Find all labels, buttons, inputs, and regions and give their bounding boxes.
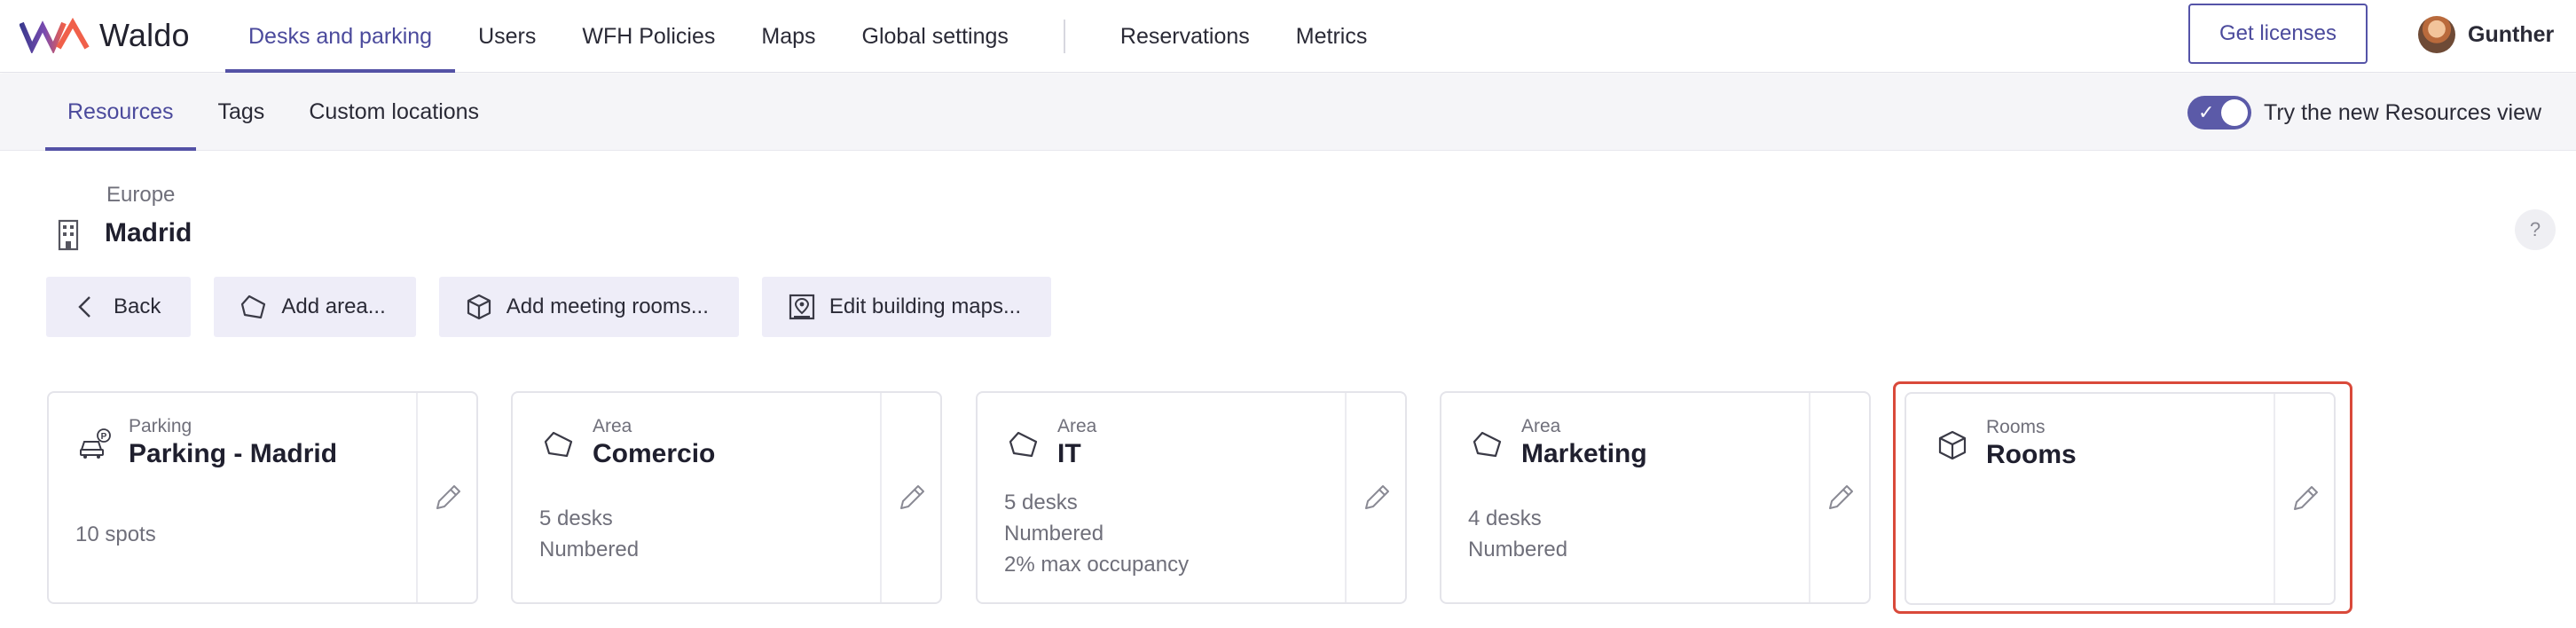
user-menu[interactable]: Gunther [2418,14,2554,55]
card-details: 4 desks Numbered [1468,503,1567,565]
add-area-label: Add area... [281,294,386,318]
card-detail-line: 4 desks [1468,506,1542,530]
logo-text: Waldo [99,17,190,53]
card-body[interactable]: Rooms Rooms [1906,394,2274,603]
card-kind: Rooms [1986,417,2046,437]
new-resources-view-toggle-group: ✓ Try the new Resources view [2187,95,2541,130]
edit-card-button[interactable] [1347,393,1407,602]
nav-reservations[interactable]: Reservations [1097,0,1273,73]
edit-card-button[interactable] [882,393,942,602]
resource-card-comercio[interactable]: Area Comercio 5 desks Numbered [511,391,942,604]
card-detail-line: 5 desks [539,506,613,530]
pencil-icon [1829,485,1853,509]
building-icon [58,219,79,251]
pencil-icon [900,485,924,509]
waldo-logo[interactable]: Waldo [20,12,190,59]
room-cube-icon [1938,430,1967,460]
edit-building-maps-button[interactable]: Edit building maps... [761,277,1052,337]
edit-card-button[interactable] [2275,394,2336,603]
card-detail-line: Numbered [539,538,640,561]
chevron-left-icon [78,296,90,318]
card-title: IT [1057,439,1081,468]
user-name: Gunther [2468,21,2555,47]
nav-wfh-policies[interactable]: WFH Policies [559,0,738,73]
resource-card-parking-madrid[interactable]: P Parking Parking - Madrid 10 spots [47,391,478,604]
help-button[interactable]: ? [2515,209,2556,250]
sub-tabs: Resources Tags Custom locations [45,74,501,151]
card-detail-line: Numbered [1004,522,1104,546]
card-details: 5 desks Numbered 2% max occupancy [1004,487,1189,580]
tab-custom-locations[interactable]: Custom locations [287,74,501,151]
card-title: Comercio [593,439,716,468]
svg-text:P: P [101,432,107,442]
top-navigation-bar: Waldo Desks and parking Users WFH Polici… [0,0,2576,73]
pencil-icon [2294,486,2318,510]
new-resources-view-toggle[interactable]: ✓ [2187,96,2251,130]
card-kind: Area [593,416,632,436]
card-kind: Area [1521,416,1561,436]
check-icon: ✓ [2198,101,2215,123]
area-icon [544,431,573,458]
main-nav: Desks and parking Users WFH Policies Map… [225,0,1390,73]
avatar [2418,16,2455,53]
toggle-knob [2221,99,2248,126]
add-meeting-rooms-label: Add meeting rooms... [506,294,709,318]
nav-global-settings[interactable]: Global settings [839,0,1032,73]
card-kind: Area [1057,416,1097,436]
card-details: 5 desks Numbered [539,503,639,565]
card-title: Marketing [1521,439,1647,468]
region-label: Europe [106,183,176,207]
pencil-icon [1365,485,1389,509]
card-title: Rooms [1986,440,2077,469]
resource-card-it[interactable]: Area IT 5 desks Numbered 2% max occupanc… [976,391,1407,604]
card-detail-line: Numbered [1468,538,1568,561]
add-meeting-rooms-button[interactable]: Add meeting rooms... [438,277,739,337]
card-detail-line: 2% max occupancy [1004,553,1190,577]
area-icon [241,294,266,319]
nav-metrics[interactable]: Metrics [1273,0,1391,73]
resource-card-rooms[interactable]: Rooms Rooms [1893,381,2352,614]
pencil-icon [436,485,460,509]
resource-card-marketing[interactable]: Area Marketing 4 desks Numbered [1440,391,1871,604]
card-detail-line: 5 desks [1004,491,1078,514]
page-title: Madrid [105,218,192,247]
card-title: Parking - Madrid [129,439,338,468]
card-body[interactable]: P Parking Parking - Madrid 10 spots [49,393,416,602]
card-kind: Parking [129,416,192,436]
get-licenses-button[interactable]: Get licenses [2188,4,2368,64]
back-button[interactable]: Back [46,277,192,337]
nav-users[interactable]: Users [455,0,559,73]
card-body[interactable]: Area Marketing 4 desks Numbered [1441,393,1809,602]
edit-card-button[interactable] [418,393,478,602]
tab-tags[interactable]: Tags [196,74,287,151]
sub-navigation-bar: Resources Tags Custom locations ✓ Try th… [0,74,2576,151]
card-body[interactable]: Area IT 5 desks Numbered 2% max occupanc… [978,393,1345,602]
card-detail-line: 10 spots [75,522,156,546]
parking-icon: P [80,428,111,459]
area-icon [1473,431,1502,458]
edit-building-maps-label: Edit building maps... [829,294,1022,318]
add-area-button[interactable]: Add area... [214,277,416,337]
back-button-label: Back [114,294,161,318]
waldo-logo-icon [20,18,90,53]
map-edit-icon [789,294,814,320]
card-details: 10 spots [75,519,156,550]
toggle-label: Try the new Resources view [2264,99,2542,125]
room-cube-icon [467,294,491,320]
nav-maps[interactable]: Maps [738,0,838,73]
action-toolbar: Back Add area... Add meeting rooms... Ed… [46,277,1052,337]
tab-resources[interactable]: Resources [45,74,196,151]
area-icon [1009,431,1038,458]
nav-desks-and-parking[interactable]: Desks and parking [225,0,456,73]
nav-separator [1063,20,1065,53]
card-body[interactable]: Area Comercio 5 desks Numbered [513,393,880,602]
rooms-card-inner[interactable]: Rooms Rooms [1905,392,2336,605]
edit-card-button[interactable] [1810,393,1871,602]
